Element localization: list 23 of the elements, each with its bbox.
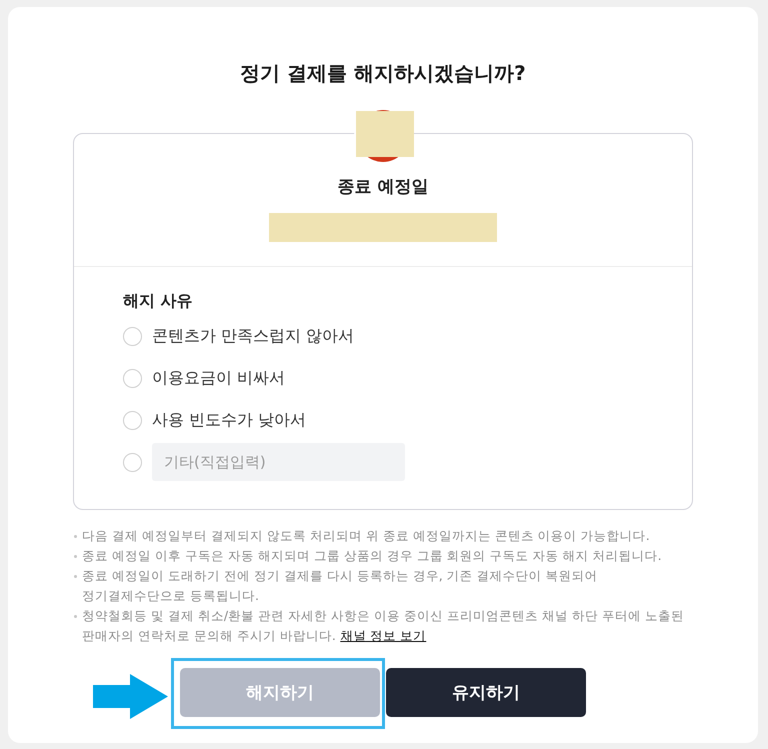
- bullet-icon: [74, 615, 77, 618]
- bullet-icon: [74, 535, 77, 538]
- section-heading: 해지 사유: [123, 290, 194, 312]
- radio-button[interactable]: [123, 368, 142, 388]
- option-label[interactable]: 콘텐츠가 만족스럽지 않아서: [152, 325, 354, 347]
- option-label[interactable]: 사용 빈도수가 낮아서: [152, 409, 306, 431]
- note-text: 종료 예정일이 도래하기 전에 정기 결제를 다시 등록하는 경우, 기존 결제수단이 복원되어 정기결제수단으로 등록됩니다.: [82, 567, 598, 605]
- redaction-block: [356, 111, 414, 157]
- note-text: 청약철회등 및 결제 취소/환불 관련 자세한 사항은 이용 중이신 프리미엄콘텐츠 채널 하단 푸터에 노출된 판매자의 연락처로 문의해 주시기 바랍니다. 채널 정보 보기: [82, 607, 684, 645]
- dialog-title: 정기 결제를 해지하시겠습니까?: [239, 60, 527, 87]
- note-text: 다음 결제 예정일부터 결제되지 않도록 처리되며 위 종료 예정일까지는 콘텐츠 이용이 가능합니다.: [82, 527, 650, 545]
- radio-button[interactable]: [123, 452, 142, 472]
- radio-button[interactable]: [123, 410, 142, 430]
- note-text: 종료 예정일 이후 구독은 자동 해지되며 그룹 상품의 경우 그룹 회원의 구독도 자동 해지 처리됩니다.: [82, 547, 662, 565]
- bullet-icon: [74, 555, 77, 558]
- channel-info-link[interactable]: 채널 정보 보기: [340, 628, 426, 643]
- bullet-icon: [74, 575, 77, 578]
- pointer-arrow-icon: [93, 674, 168, 719]
- radio-button[interactable]: [123, 326, 142, 346]
- end-date-label: 종료 예정일: [338, 176, 428, 199]
- option-label[interactable]: 이용요금이 비싸서: [152, 367, 286, 389]
- other-reason-field[interactable]: 기타(직접입력): [152, 443, 405, 481]
- dialog-button[interactable]: 유지하기: [386, 668, 586, 717]
